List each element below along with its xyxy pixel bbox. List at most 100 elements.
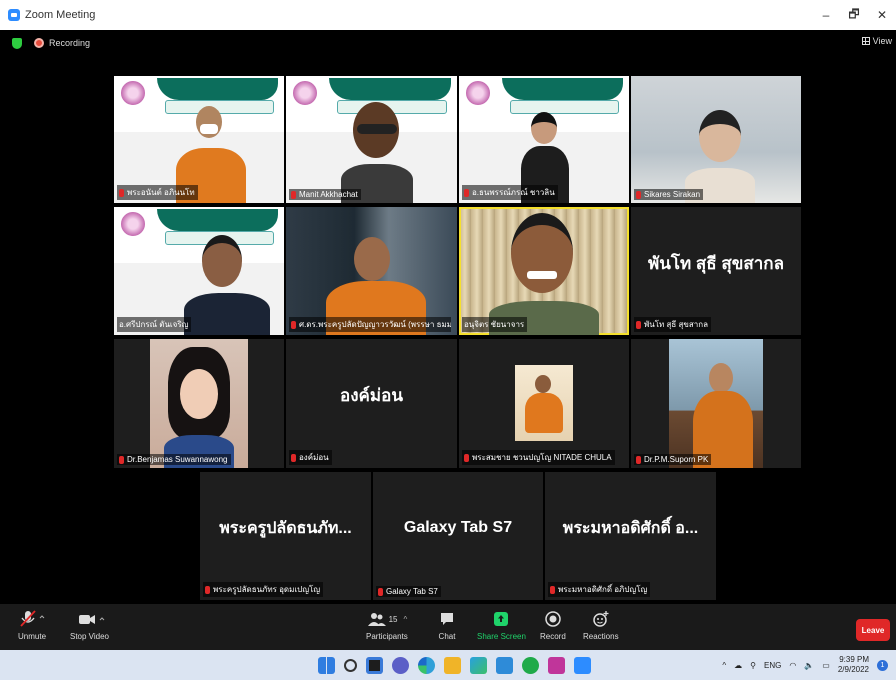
windows-start-icon[interactable]	[318, 657, 335, 674]
mic-muted-icon	[636, 455, 641, 464]
line-app-icon[interactable]	[522, 657, 539, 674]
video-tile[interactable]: ศ.ดร.พระครูปลัดปัญญาวรวัฒน์ (พรรษา ธมมปา…	[286, 207, 457, 335]
participants-button[interactable]: 15 ^ Participants	[366, 610, 408, 641]
participant-video	[669, 339, 763, 468]
task-view-icon[interactable]	[366, 657, 383, 674]
mic-muted-icon	[464, 453, 469, 462]
mic-muted-icon	[636, 320, 641, 329]
participant-name-tag: Manit Akkhachat	[289, 189, 361, 200]
store-icon[interactable]	[470, 657, 487, 674]
wifi-icon[interactable]: ◠	[789, 661, 796, 670]
notes-app-icon[interactable]	[496, 657, 513, 674]
video-tile[interactable]: Sikares Sirakan	[631, 76, 801, 203]
video-tile[interactable]: Dr.Benjamas Suwannawong	[114, 339, 284, 468]
clock[interactable]: 9:39 PM 2/9/2022	[838, 655, 869, 675]
share-screen-button[interactable]: Share Screen	[477, 610, 526, 641]
mic-muted-icon	[291, 320, 296, 329]
stop-video-button[interactable]: Stop Video	[70, 610, 109, 641]
window-title: Zoom Meeting	[25, 9, 96, 21]
mic-muted-icon	[119, 188, 124, 197]
participant-name-tag: ศ.ดร.พระครูปลัดปัญญาวรวัฒน์ (พรรษา ธมมปา…	[289, 317, 452, 332]
meeting-status-bar: Recording View	[0, 30, 896, 56]
grid-view-icon	[861, 37, 870, 45]
video-tile[interactable]: องค์ม่อน องค์ม่อน	[286, 339, 457, 468]
university-logo-icon	[465, 80, 491, 106]
language-indicator[interactable]: ENG	[764, 661, 781, 670]
encryption-shield-icon[interactable]	[12, 37, 22, 49]
participant-profile-picture	[515, 365, 573, 441]
zoom-taskbar-icon[interactable]	[574, 657, 591, 674]
video-tile[interactable]: พันโท สุธี สุขสากล พันโท สุธี สุขสากล	[631, 207, 801, 335]
windows-taskbar: ^ ☁ ⚲ ENG ◠ 🔈 ▭ 9:39 PM 2/9/2022 1	[0, 650, 896, 680]
participant-name-tag: พระครูปลัดธนภัทร อุดมเปญโญ	[203, 582, 324, 597]
restore-button[interactable]: 🗗	[840, 5, 868, 26]
participant-name-tag: พันโท สุธี สุขสากล	[634, 317, 711, 332]
view-label: View	[872, 36, 892, 46]
chevron-up-icon[interactable]: ^	[722, 661, 726, 670]
participant-name-tag: อ.ธนพรรณ์ภรณ์ ชาวลิน	[462, 185, 558, 200]
battery-icon[interactable]: ▭	[822, 661, 830, 670]
file-explorer-icon[interactable]	[444, 657, 461, 674]
participant-name-tag: พระมหาอดิศักดิ์ อภิปญโญ	[548, 582, 651, 597]
university-logo-icon	[120, 211, 146, 237]
participant-video	[341, 102, 413, 203]
participant-name-tag: พระอนันต์ อภินนโท	[117, 185, 198, 200]
participant-display-name: พระมหาอดิศักดิ์ อ...	[562, 519, 699, 537]
video-tile[interactable]: Dr.P.M.Suporn PK	[631, 339, 801, 468]
view-button[interactable]: View	[861, 36, 892, 46]
participant-count: 15	[388, 614, 398, 624]
video-tile[interactable]: พระมหาอดิศักดิ์ อ... พระมหาอดิศักดิ์ อภิ…	[545, 472, 716, 600]
mic-muted-icon	[636, 190, 641, 199]
chat-app-icon[interactable]	[392, 657, 409, 674]
recording-label: Recording	[49, 38, 91, 48]
window-titlebar: Zoom Meeting – 🗗 ✕	[0, 0, 896, 30]
mic-muted-icon	[378, 587, 383, 596]
participant-name-tag: Dr.P.M.Suporn PK	[634, 454, 712, 465]
chat-bubble-icon	[438, 610, 456, 628]
participant-video	[150, 339, 248, 468]
edge-browser-icon[interactable]	[418, 657, 435, 674]
mic-muted-icon	[291, 453, 296, 462]
notification-badge[interactable]: 1	[877, 659, 888, 671]
mic-muted-icon	[291, 190, 296, 199]
record-button[interactable]: Record	[540, 610, 566, 641]
participants-icon: 15 ^	[367, 610, 407, 628]
participant-display-name: พันโท สุธี สุขสากล	[648, 253, 784, 273]
video-tile[interactable]: Manit Akkhachat	[286, 76, 457, 203]
chevron-up-icon[interactable]: ^	[403, 615, 407, 624]
participant-name-tag: องค์ม่อน	[289, 450, 332, 465]
unmute-button[interactable]: Unmute	[18, 610, 46, 641]
mic-muted-icon	[205, 585, 210, 594]
search-icon[interactable]	[344, 659, 357, 672]
share-screen-icon	[492, 610, 510, 628]
mic-muted-icon	[464, 188, 469, 197]
video-tile-active-speaker[interactable]: อนุจิตร ชัยนาจาร	[459, 207, 629, 335]
volume-icon[interactable]: 🔈	[804, 661, 814, 670]
minimize-button[interactable]: –	[812, 8, 840, 22]
video-tile[interactable]: พระครูปลัดธนภัท... พระครูปลัดธนภัทร อุดม…	[200, 472, 371, 600]
microphone-muted-icon	[19, 610, 45, 628]
participant-display-name: Galaxy Tab S7	[403, 519, 513, 536]
participant-name-tag: Galaxy Tab S7	[376, 586, 441, 597]
media-app-icon[interactable]	[548, 657, 565, 674]
system-tray: ^ ☁ ⚲ ENG ◠ 🔈 ▭ 9:39 PM 2/9/2022 1	[722, 650, 888, 680]
close-button[interactable]: ✕	[868, 8, 896, 22]
chat-button[interactable]: Chat	[438, 610, 456, 641]
zoom-logo-icon	[8, 9, 20, 21]
video-tile[interactable]: อ.ศรีปกรณ์ ตันเจริญ	[114, 207, 284, 335]
usb-icon[interactable]: ⚲	[750, 661, 756, 670]
participant-display-name: องค์ม่อน	[340, 386, 403, 405]
video-tile[interactable]: พระอนันต์ อภินนโท	[114, 76, 284, 203]
video-tile[interactable]: พระสมชาย ชวนปญโญ NITADE CHULA	[459, 339, 629, 468]
record-icon	[544, 610, 562, 628]
leave-button[interactable]: Leave	[856, 619, 890, 641]
participant-name-tag: Sikares Sirakan	[634, 189, 704, 200]
onedrive-icon[interactable]: ☁	[734, 661, 742, 670]
meeting-toolbar: Unmute Stop Video 15 ^ Participants Chat…	[0, 604, 896, 650]
mic-muted-icon	[119, 455, 124, 464]
university-logo-icon	[292, 80, 318, 106]
video-tile[interactable]: อ.ธนพรรณ์ภรณ์ ชาวลิน	[459, 76, 629, 203]
video-tile[interactable]: Galaxy Tab S7 Galaxy Tab S7	[373, 472, 543, 600]
reactions-button[interactable]: Reactions	[583, 610, 619, 641]
participant-name-tag: Dr.Benjamas Suwannawong	[117, 454, 231, 465]
